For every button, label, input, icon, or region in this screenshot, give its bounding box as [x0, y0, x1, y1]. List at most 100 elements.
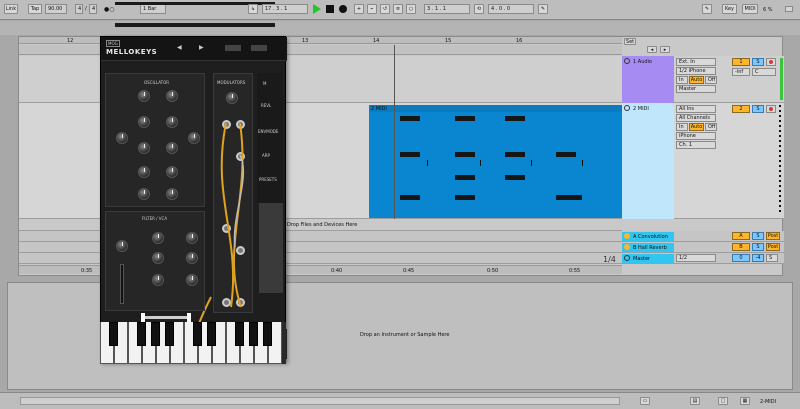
- song-position[interactable]: 17 . 3 . 1: [262, 4, 308, 14]
- black-key[interactable]: [109, 322, 118, 346]
- solo-button[interactable]: S: [752, 243, 764, 251]
- metronome-icon[interactable]: ●○: [104, 6, 114, 13]
- monitor-in-button[interactable]: In: [676, 76, 688, 84]
- midi-note[interactable]: [455, 116, 475, 121]
- midi-note[interactable]: [455, 152, 475, 157]
- track-fold-icon[interactable]: [624, 105, 630, 111]
- tab-revl[interactable]: REVL: [261, 103, 271, 108]
- black-key[interactable]: [193, 322, 202, 346]
- play-icon[interactable]: [313, 4, 321, 14]
- sig-numerator[interactable]: 4: [75, 4, 83, 14]
- track-activator-button[interactable]: 1: [732, 58, 750, 66]
- midi-map-button[interactable]: MIDI: [742, 4, 758, 14]
- master-cue-field[interactable]: -4: [752, 254, 764, 262]
- return-letter-button[interactable]: A: [732, 232, 750, 240]
- slider-handle-left[interactable]: [141, 313, 145, 322]
- post-button[interactable]: Post: [766, 232, 780, 240]
- tap-tempo-button[interactable]: Tap: [28, 4, 42, 14]
- return-title-a[interactable]: A Convolution: [622, 232, 674, 241]
- master-output-channel[interactable]: 1/2: [676, 254, 716, 262]
- sig-denominator[interactable]: 4: [89, 4, 97, 14]
- knob[interactable]: [152, 252, 164, 264]
- midi-note[interactable]: [400, 152, 420, 157]
- knob[interactable]: [116, 240, 128, 252]
- monitor-off-button[interactable]: Off: [705, 76, 717, 84]
- arm-button[interactable]: [766, 58, 776, 66]
- view-toggle-icon[interactable]: ▭: [640, 397, 650, 405]
- info-view[interactable]: [20, 397, 620, 405]
- device-view-icon[interactable]: ▦: [740, 397, 750, 405]
- monitor-auto-button[interactable]: Auto: [689, 76, 704, 84]
- tab-presets[interactable]: PRESETS: [259, 177, 277, 182]
- black-key[interactable]: [249, 322, 258, 346]
- midi-note[interactable]: [505, 116, 525, 121]
- track-fold-icon[interactable]: [624, 58, 630, 64]
- metronome-quantize[interactable]: 1 Bar: [140, 4, 166, 14]
- knob[interactable]: [186, 274, 198, 286]
- black-key[interactable]: [137, 322, 146, 346]
- solo-button[interactable]: S: [752, 105, 764, 113]
- loop-length-field[interactable]: 4 . 0 . 0: [488, 4, 534, 14]
- slider-track[interactable]: [120, 264, 124, 304]
- track-header-midi[interactable]: 2 MIDI All Ins All Channels In Auto Off …: [622, 103, 784, 219]
- knob[interactable]: [152, 274, 164, 286]
- knob[interactable]: [152, 232, 164, 244]
- midi-note[interactable]: [455, 175, 475, 180]
- tempo-field[interactable]: 90.00: [45, 4, 67, 14]
- midi-note[interactable]: [400, 195, 420, 200]
- plugin-scrollbar[interactable]: [259, 203, 283, 293]
- master-volume-field[interactable]: 0: [732, 254, 750, 262]
- midi-from-type[interactable]: All Ins: [676, 105, 716, 113]
- midi-note[interactable]: [505, 152, 525, 157]
- session-record-icon[interactable]: ○: [406, 4, 416, 14]
- overdub-icon[interactable]: +: [354, 4, 364, 14]
- monitor-in-button[interactable]: In: [676, 123, 688, 131]
- key-map-button[interactable]: Key: [722, 4, 737, 14]
- return-activator-icon[interactable]: [624, 244, 630, 250]
- knob[interactable]: [186, 252, 198, 264]
- reenable-automation-icon[interactable]: ↺: [380, 4, 390, 14]
- link-button[interactable]: Link: [4, 4, 18, 14]
- midi-to-channel[interactable]: Ch. 1: [676, 141, 716, 149]
- capture-midi-icon[interactable]: ≡: [393, 4, 403, 14]
- return-header-a[interactable]: A Convolution A S Post: [622, 231, 784, 242]
- solo-button[interactable]: S: [766, 254, 778, 262]
- locator-next-icon[interactable]: ▸: [660, 46, 670, 53]
- track-title-audio[interactable]: 1 Audio: [622, 56, 674, 103]
- black-key[interactable]: [207, 322, 216, 346]
- midi-note[interactable]: [556, 195, 582, 200]
- monitor-off-button[interactable]: Off: [705, 123, 717, 131]
- knob[interactable]: [186, 232, 198, 244]
- master-title[interactable]: Master: [622, 254, 674, 263]
- clip-view-icon[interactable]: ▢: [718, 397, 728, 405]
- solo-button[interactable]: S: [752, 58, 764, 66]
- black-key[interactable]: [235, 322, 244, 346]
- pencil-small-icon[interactable]: ✎: [538, 4, 548, 14]
- pan-field[interactable]: C: [752, 68, 776, 76]
- arrangement-toggle-icon[interactable]: ▤: [690, 397, 700, 405]
- return-header-b[interactable]: B Hall Reverb B S Post: [622, 242, 784, 253]
- stop-icon[interactable]: [326, 5, 334, 13]
- set-button[interactable]: Set: [624, 38, 636, 45]
- midi-from-channel[interactable]: All Channels: [676, 114, 716, 122]
- audio-from-type[interactable]: Ext. In: [676, 58, 716, 66]
- audio-from-channel[interactable]: 1/2 iPhone: [676, 67, 716, 75]
- tab-m[interactable]: M: [263, 81, 266, 86]
- monitor-auto-button[interactable]: Auto: [689, 123, 704, 131]
- return-title-b[interactable]: B Hall Reverb: [622, 243, 674, 252]
- slider-handle-right[interactable]: [187, 313, 191, 322]
- midi-note[interactable]: [556, 152, 576, 157]
- return-activator-icon[interactable]: [624, 233, 630, 239]
- midi-clip[interactable]: 2 MIDI: [369, 105, 622, 218]
- record-icon[interactable]: [339, 5, 347, 13]
- follow-icon[interactable]: ↳: [248, 4, 258, 14]
- audio-to-output[interactable]: Master: [676, 85, 716, 93]
- black-key[interactable]: [165, 322, 174, 346]
- black-key[interactable]: [263, 322, 272, 346]
- midi-note[interactable]: [455, 195, 475, 200]
- midi-note[interactable]: [505, 175, 525, 180]
- volume-field[interactable]: -inf: [732, 68, 750, 76]
- track-fold-icon[interactable]: [624, 255, 630, 261]
- loop-start-field[interactable]: 3 . 1 . 1: [424, 4, 470, 14]
- track-activator-button[interactable]: 2: [732, 105, 750, 113]
